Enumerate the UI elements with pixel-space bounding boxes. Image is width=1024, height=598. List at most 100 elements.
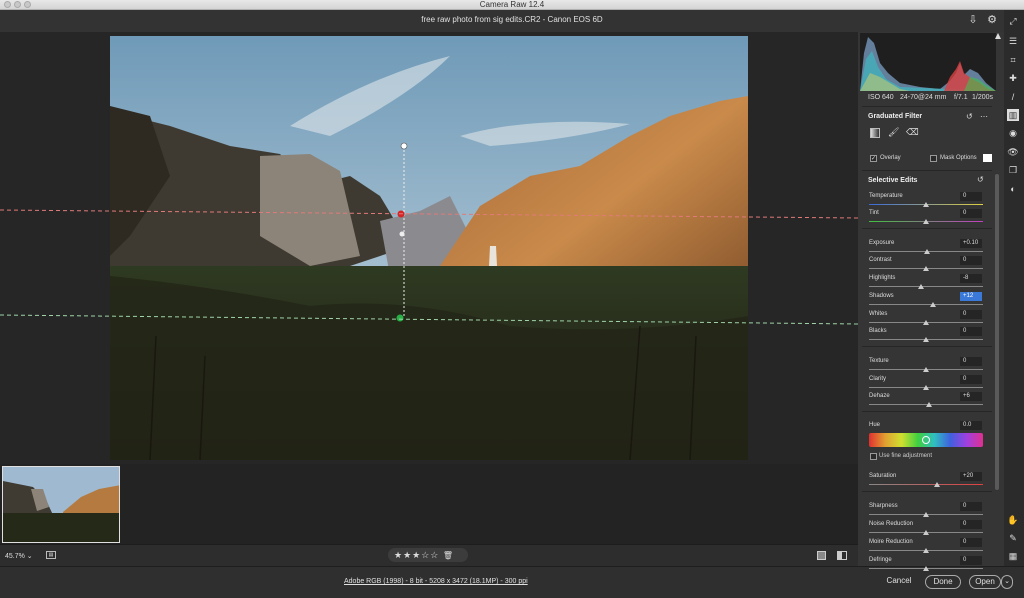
slider-handle-blacks[interactable] — [923, 337, 929, 342]
slider-label-saturation: Saturation — [869, 473, 897, 479]
slider-handle-exposure[interactable] — [924, 249, 931, 254]
slider-value-moire-reduction[interactable]: 0 — [960, 538, 982, 547]
slider-track-shadows[interactable] — [869, 304, 983, 305]
slider-value-hue[interactable]: 0.0 — [960, 421, 982, 430]
slider-handle-whites[interactable] — [923, 320, 929, 325]
slider-value-whites[interactable]: 0 — [960, 310, 982, 319]
histogram — [860, 33, 996, 91]
reset-filter-icon[interactable]: ↺ — [966, 112, 973, 121]
slider-value-contrast[interactable]: 0 — [960, 256, 982, 265]
app-title: Camera Raw 12.4 — [479, 0, 545, 9]
slider-value-dehaze[interactable]: +6 — [960, 392, 982, 401]
slider-handle-noise-reduction[interactable] — [923, 530, 929, 535]
file-title: free raw photo from sig edits.CR2 - Cano… — [421, 15, 603, 24]
slider-label-highlights: Highlights — [869, 275, 896, 281]
adjustment-brush-icon[interactable]: / — [1007, 91, 1019, 103]
healing-icon[interactable]: ✚ — [1007, 72, 1019, 84]
divider — [862, 228, 992, 229]
new-filter-icon[interactable] — [870, 128, 880, 138]
expand-icon[interactable]: ⤢ — [1007, 15, 1019, 27]
eyedropper-icon[interactable]: ✎ — [1007, 532, 1019, 544]
slider-handle-highlights[interactable] — [918, 284, 925, 289]
slider-handle-tint[interactable] — [923, 219, 929, 224]
workflow-options-link[interactable]: Adobe RGB (1998) - 8 bit - 5208 x 3472 (… — [344, 578, 528, 585]
shutter-value: 1/200s — [972, 94, 994, 101]
slider-label-shadows: Shadows — [869, 293, 894, 299]
reset-edits-icon[interactable]: ↺ — [977, 175, 984, 184]
slider-value-clarity[interactable]: 0 — [960, 375, 982, 384]
done-button[interactable]: Done — [925, 575, 961, 589]
graduated-filter-icon[interactable]: ▥ — [1007, 109, 1019, 121]
slider-label-clarity: Clarity — [869, 376, 887, 382]
slider-value-exposure[interactable]: +0.10 — [960, 239, 982, 248]
aperture-value: f/7.1 — [954, 94, 968, 101]
slider-value-tint[interactable]: 0 — [960, 209, 982, 218]
slider-handle-saturation[interactable] — [934, 482, 941, 487]
trash-icon[interactable]: 🗑 — [443, 551, 454, 560]
filmstrip-toggle-icon[interactable] — [817, 551, 826, 560]
slider-handle-dehaze[interactable] — [926, 402, 933, 407]
slider-label-whites: Whites — [869, 311, 888, 317]
slider-label-blacks: Blacks — [869, 328, 887, 334]
eraser-icon[interactable]: ⌫ — [906, 127, 919, 138]
edit-sliders-icon[interactable]: ☰ — [1007, 35, 1019, 47]
slider-value-temperature[interactable]: 0 — [960, 192, 982, 201]
slider-value-noise-reduction[interactable]: 0 — [960, 520, 982, 529]
save-image-icon[interactable]: ⇩ — [967, 14, 979, 26]
mask-color-swatch[interactable] — [983, 154, 992, 162]
brush-icon[interactable]: 🖌 — [888, 127, 899, 138]
open-button[interactable]: Open — [969, 575, 1001, 589]
before-after-icon[interactable] — [837, 551, 847, 560]
slider-handle-shadows[interactable] — [929, 302, 936, 307]
slider-handle-temperature[interactable] — [923, 202, 929, 207]
panel-scrollbar[interactable] — [995, 174, 999, 490]
slider-label-contrast: Contrast — [869, 257, 892, 263]
more-options-icon[interactable]: ⋯ — [980, 112, 988, 121]
slider-label-moire-reduction: Moire Reduction — [869, 539, 913, 545]
slider-value-highlights[interactable]: -8 — [960, 274, 982, 283]
slider-value-saturation[interactable]: +20 — [960, 472, 982, 481]
zoom-level[interactable]: 45.7% ⌄ — [5, 552, 33, 560]
presets-icon[interactable]: ◐ — [1007, 183, 1019, 195]
hue-picker[interactable] — [922, 436, 930, 444]
crop-icon[interactable]: ⌗ — [1007, 54, 1019, 66]
red-eye-icon[interactable]: 👁 — [1007, 146, 1019, 158]
slider-value-sharpness[interactable]: 0 — [960, 502, 982, 511]
gear-icon[interactable]: ⚙ — [986, 14, 998, 26]
filmstrip — [0, 464, 858, 544]
slider-label-sharpness: Sharpness — [869, 503, 898, 509]
slider-value-blacks[interactable]: 0 — [960, 327, 982, 336]
grid-icon[interactable]: ▦ — [1007, 550, 1019, 562]
slider-handle-defringe[interactable] — [923, 566, 929, 571]
cancel-button[interactable]: Cancel — [882, 575, 916, 589]
slider-handle-contrast[interactable] — [923, 266, 929, 271]
slider-value-shadows[interactable]: +12 — [960, 292, 982, 301]
slider-handle-clarity[interactable] — [923, 385, 929, 390]
divider — [862, 411, 992, 412]
filmstrip-thumbnail[interactable] — [2, 466, 120, 543]
star-rating[interactable]: ★★★☆☆ 🗑 — [388, 548, 468, 562]
radial-filter-icon[interactable]: ◉ — [1007, 127, 1019, 139]
fine-adjustment-checkbox[interactable] — [870, 453, 877, 460]
slider-label-defringe: Defringe — [869, 557, 892, 563]
fine-adjustment-label: Use fine adjustment — [879, 453, 933, 459]
snapshots-icon[interactable]: ❐ — [1007, 164, 1019, 176]
slider-value-defringe[interactable]: 0 — [960, 556, 982, 565]
slider-label-noise-reduction: Noise Reduction — [869, 521, 914, 527]
open-options-chevron-icon[interactable]: ⌄ — [1001, 575, 1013, 589]
hand-icon[interactable]: ✋ — [1007, 514, 1019, 526]
overlay-label: Overlay — [880, 155, 901, 161]
mask-options-checkbox[interactable] — [930, 155, 937, 162]
slider-handle-texture[interactable] — [923, 367, 929, 372]
slider-track-highlights[interactable] — [869, 286, 983, 287]
overlay-checkbox[interactable]: ✓ — [870, 155, 877, 162]
slider-handle-moire-reduction[interactable] — [923, 548, 929, 553]
sort-icon[interactable]: ▤ — [46, 551, 56, 559]
divider — [862, 346, 992, 347]
slider-label-dehaze: Dehaze — [869, 393, 890, 399]
slider-handle-sharpness[interactable] — [923, 512, 929, 517]
divider — [862, 491, 992, 492]
lens-value: 24-70@24 mm — [900, 94, 947, 101]
slider-value-texture[interactable]: 0 — [960, 357, 982, 366]
slider-track-saturation[interactable] — [869, 484, 983, 485]
